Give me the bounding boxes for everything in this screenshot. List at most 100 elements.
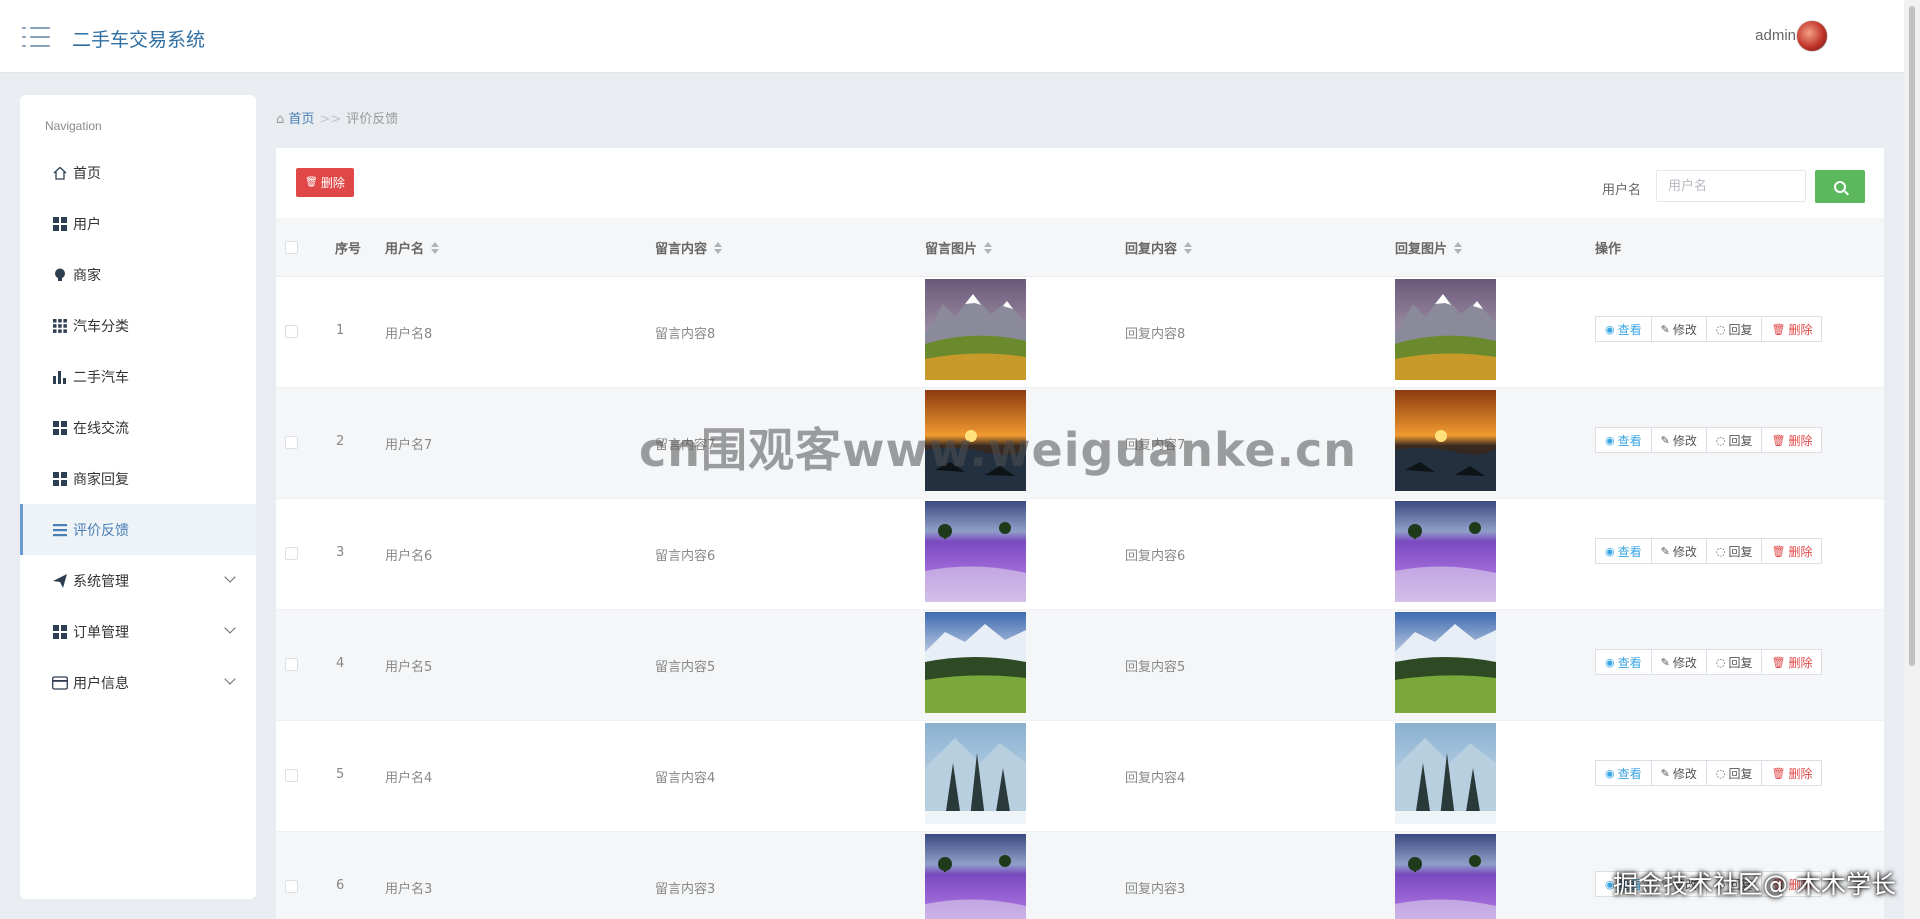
delete-button[interactable]: 🗑 删除 bbox=[1761, 316, 1823, 342]
edit-icon: ✎ bbox=[1660, 766, 1670, 780]
edit-button[interactable]: ✎ 修改 bbox=[1650, 649, 1707, 675]
reply-button[interactable]: ◌ 回复 bbox=[1705, 649, 1763, 675]
cell-reply: 回复内容4 bbox=[1125, 771, 1186, 786]
table-row[interactable]: 2 用户名7 留言内容7 回复内容7 ◉ 查看 ✎ 修改 ◌ 回复 🗑 删除 bbox=[276, 388, 1884, 499]
reply-button[interactable]: ◌ 回复 bbox=[1705, 760, 1763, 786]
reply-image[interactable] bbox=[1395, 834, 1496, 919]
select-all-checkbox[interactable] bbox=[285, 241, 298, 254]
delete-button[interactable]: 🗑 删除 bbox=[1761, 760, 1823, 786]
reply-button[interactable]: ◌ 回复 bbox=[1705, 316, 1763, 342]
edit-button[interactable]: ✎ 修改 bbox=[1650, 760, 1707, 786]
sidebar-item[interactable]: 二手汽车 bbox=[20, 351, 256, 402]
cell-content: 留言内容6 bbox=[655, 549, 716, 564]
eye-icon: ◉ bbox=[1605, 322, 1615, 336]
sidebar-item[interactable]: 系统管理 bbox=[20, 555, 256, 606]
message-image[interactable] bbox=[925, 723, 1026, 824]
header-reply[interactable]: 回复内容 bbox=[1125, 238, 1193, 257]
sidebar-item[interactable]: 评价反馈 bbox=[20, 504, 256, 555]
bulb-icon bbox=[52, 267, 68, 283]
row-checkbox[interactable] bbox=[285, 658, 298, 671]
sidebar-item[interactable]: 用户 bbox=[20, 198, 256, 249]
table-row[interactable]: 1 用户名8 留言内容8 回复内容8 ◉ 查看 ✎ 修改 ◌ 回复 🗑 删除 bbox=[276, 277, 1884, 388]
message-image[interactable] bbox=[925, 501, 1026, 602]
sort-icon[interactable] bbox=[1454, 241, 1463, 254]
edit-label: 修改 bbox=[1672, 877, 1697, 892]
sidebar-item[interactable]: 汽车分类 bbox=[20, 300, 256, 351]
cell-username: 用户名7 bbox=[385, 438, 433, 453]
batch-delete-button[interactable]: 🗑 删除 bbox=[296, 168, 354, 197]
row-checkbox[interactable] bbox=[285, 769, 298, 782]
header-content[interactable]: 留言内容 bbox=[655, 238, 723, 257]
page-scrollbar[interactable] bbox=[1904, 0, 1920, 919]
view-label: 查看 bbox=[1617, 433, 1642, 448]
sidebar-item[interactable]: 订单管理 bbox=[20, 606, 256, 657]
reply-button[interactable]: ◌ 回复 bbox=[1705, 427, 1763, 453]
view-label: 查看 bbox=[1617, 322, 1642, 337]
sidebar: Navigation 首页 用户 商家 汽车分类 二手汽车 在线交流 商家回复 评价反馈 系统管… bbox=[20, 95, 256, 899]
row-checkbox[interactable] bbox=[285, 880, 298, 893]
reply-image[interactable] bbox=[1395, 612, 1496, 713]
message-image[interactable] bbox=[925, 279, 1026, 380]
username-search-input[interactable] bbox=[1656, 170, 1806, 202]
edit-button[interactable]: ✎ 修改 bbox=[1650, 871, 1707, 897]
search-button[interactable] bbox=[1815, 170, 1865, 203]
table-row[interactable]: 3 用户名6 留言内容6 回复内容6 ◉ 查看 ✎ 修改 ◌ 回复 🗑 删除 bbox=[276, 499, 1884, 610]
user-avatar[interactable] bbox=[1796, 20, 1828, 52]
view-button[interactable]: ◉ 查看 bbox=[1595, 316, 1652, 342]
sort-icon[interactable] bbox=[984, 241, 993, 254]
sidebar-item-label: 系统管理 bbox=[73, 573, 129, 590]
row-checkbox[interactable] bbox=[285, 436, 298, 449]
sidebar-item[interactable]: 用户信息 bbox=[20, 657, 256, 708]
view-button[interactable]: ◉ 查看 bbox=[1595, 871, 1652, 897]
breadcrumb-home[interactable]: 首页 bbox=[288, 112, 314, 127]
view-button[interactable]: ◉ 查看 bbox=[1595, 760, 1652, 786]
table-row[interactable]: 5 用户名4 留言内容4 回复内容4 ◉ 查看 ✎ 修改 ◌ 回复 🗑 删除 bbox=[276, 721, 1884, 832]
header-image[interactable]: 留言图片 bbox=[925, 238, 993, 257]
current-user-name[interactable]: admin bbox=[1755, 27, 1796, 44]
reply-image[interactable] bbox=[1395, 723, 1496, 824]
edit-button[interactable]: ✎ 修改 bbox=[1650, 316, 1707, 342]
edit-button[interactable]: ✎ 修改 bbox=[1650, 427, 1707, 453]
row-checkbox[interactable] bbox=[285, 547, 298, 560]
view-button[interactable]: ◉ 查看 bbox=[1595, 538, 1652, 564]
chevron-down-icon[interactable] bbox=[224, 673, 236, 685]
sort-icon[interactable] bbox=[431, 241, 440, 254]
view-button[interactable]: ◉ 查看 bbox=[1595, 427, 1652, 453]
sidebar-item[interactable]: 首页 bbox=[20, 147, 256, 198]
message-image[interactable] bbox=[925, 390, 1026, 491]
sort-icon[interactable] bbox=[1184, 241, 1193, 254]
search-icon bbox=[1834, 180, 1846, 193]
message-image[interactable] bbox=[925, 612, 1026, 713]
reply-icon: ◌ bbox=[1715, 544, 1726, 558]
row-checkbox[interactable] bbox=[285, 325, 298, 338]
reply-button[interactable]: ◌ 回复 bbox=[1705, 871, 1763, 897]
reply-button[interactable]: ◌ 回复 bbox=[1705, 538, 1763, 564]
chevron-down-icon[interactable] bbox=[224, 622, 236, 634]
reply-image[interactable] bbox=[1395, 501, 1496, 602]
delete-button[interactable]: 🗑 删除 bbox=[1761, 649, 1823, 675]
view-button[interactable]: ◉ 查看 bbox=[1595, 649, 1652, 675]
sort-icon[interactable] bbox=[714, 241, 723, 254]
delete-button[interactable]: 🗑 删除 bbox=[1761, 871, 1823, 897]
scrollbar-thumb[interactable] bbox=[1909, 6, 1915, 666]
header-reply-image[interactable]: 回复图片 bbox=[1395, 238, 1463, 257]
message-image[interactable] bbox=[925, 834, 1026, 919]
reply-image[interactable] bbox=[1395, 279, 1496, 380]
menu-toggle-icon[interactable] bbox=[22, 25, 50, 49]
header-username[interactable]: 用户名 bbox=[385, 238, 440, 257]
delete-button[interactable]: 🗑 删除 bbox=[1761, 427, 1823, 453]
sidebar-item[interactable]: 在线交流 bbox=[20, 402, 256, 453]
sidebar-item-label: 商家回复 bbox=[73, 471, 129, 488]
edit-button[interactable]: ✎ 修改 bbox=[1650, 538, 1707, 564]
sidebar-item[interactable]: 商家 bbox=[20, 249, 256, 300]
trash-icon: 🗑 bbox=[1771, 766, 1786, 780]
sidebar-item[interactable]: 商家回复 bbox=[20, 453, 256, 504]
table-row[interactable]: 6 用户名3 留言内容3 回复内容3 ◉ 查看 ✎ 修改 ◌ 回复 🗑 删除 bbox=[276, 832, 1884, 919]
delete-button[interactable]: 🗑 删除 bbox=[1761, 538, 1823, 564]
cell-username: 用户名6 bbox=[385, 549, 433, 564]
chevron-down-icon[interactable] bbox=[224, 571, 236, 583]
cell-username: 用户名3 bbox=[385, 882, 433, 897]
trash-icon: 🗑 bbox=[1771, 544, 1786, 558]
table-row[interactable]: 4 用户名5 留言内容5 回复内容5 ◉ 查看 ✎ 修改 ◌ 回复 🗑 删除 bbox=[276, 610, 1884, 721]
reply-image[interactable] bbox=[1395, 390, 1496, 491]
